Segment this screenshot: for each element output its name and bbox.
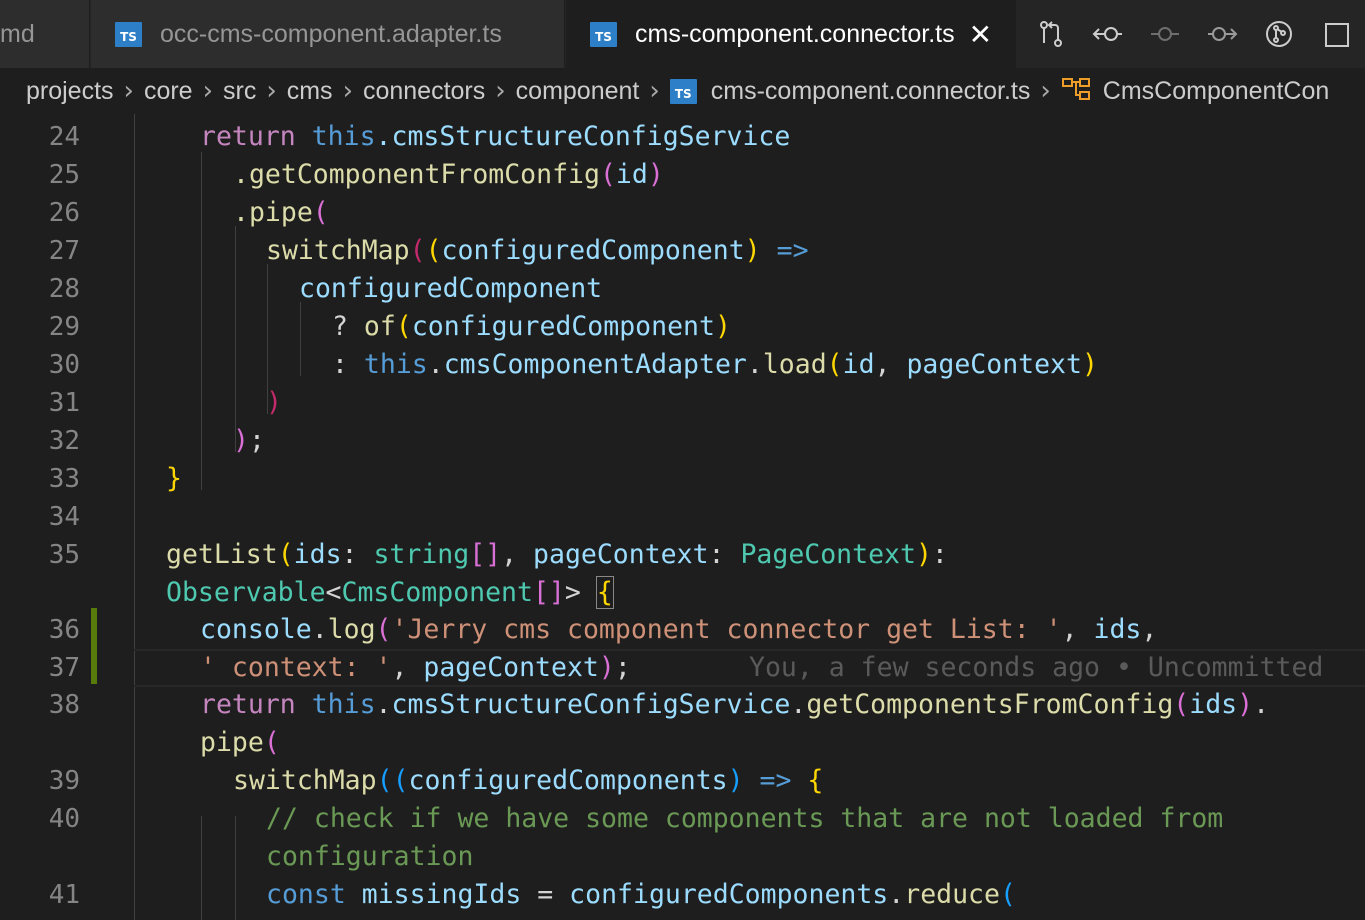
line-number: 40	[48, 804, 80, 834]
git-lens-icon[interactable]	[1251, 14, 1308, 54]
code-line: 29 ? of(configuredComponent)	[0, 308, 1365, 346]
breadcrumb-item[interactable]: connectors	[363, 77, 485, 106]
go-back-icon[interactable]	[1079, 14, 1136, 54]
code-editor[interactable]: 24 return this.cmsStructureConfigService…	[0, 114, 1365, 920]
tab-label: md	[0, 19, 35, 48]
code-line: 35 getList(ids: string[], pageContext: P…	[0, 536, 1365, 574]
line-number: 26	[48, 198, 80, 228]
code-text: configuredComponent	[299, 273, 603, 304]
line-number: 27	[48, 236, 80, 266]
code-text: ' context: ', pageContext);	[200, 652, 631, 683]
code-line-wrapped: Observable<CmsComponent[]> {	[0, 574, 1365, 612]
chevron-right-icon: ›	[202, 76, 213, 106]
code-text: pipe(	[200, 727, 280, 758]
split-editor-icon[interactable]	[1308, 14, 1365, 54]
code-text: return this.cmsStructureConfigService	[200, 121, 791, 152]
git-blame-annotation: You, a few seconds ago • Uncommitted	[749, 652, 1324, 683]
code-line: 27 switchMap((configuredComponent) =>	[0, 232, 1365, 270]
tab-occ-cms-component-adapter[interactable]: TS occ-cms-component.adapter.ts	[91, 0, 565, 68]
chevron-right-icon: ›	[123, 76, 134, 106]
git-compare-icon[interactable]	[1022, 14, 1079, 54]
code-text: : this.cmsComponentAdapter.load(id, page…	[332, 349, 1098, 380]
code-comment: // check if we have some components that…	[266, 803, 1224, 834]
tab-cms-component-connector[interactable]: TS cms-component.connector.ts ✕	[566, 0, 1016, 68]
commit-icon[interactable]	[1136, 14, 1193, 54]
code-text: .pipe(	[233, 197, 329, 228]
line-number: 38	[48, 690, 80, 720]
code-line: 28 configuredComponent	[0, 270, 1365, 308]
line-number: 28	[48, 274, 80, 304]
code-line: 39 switchMap((configuredComponents) => {	[0, 762, 1365, 800]
breadcrumb: projects › core › src › cms › connectors…	[0, 68, 1365, 114]
code-line-wrapped: pipe(	[0, 724, 1365, 762]
line-number: 29	[48, 312, 80, 342]
chevron-right-icon: ›	[342, 76, 353, 106]
code-line: 33 }	[0, 460, 1365, 498]
code-text: getList(ids: string[], pageContext: Page…	[166, 539, 948, 570]
close-icon[interactable]: ✕	[969, 18, 992, 51]
line-number: 33	[48, 464, 80, 494]
line-number: 36	[48, 615, 80, 645]
chevron-right-icon: ›	[649, 76, 660, 106]
breadcrumb-file[interactable]: cms-component.connector.ts	[711, 77, 1031, 106]
go-forward-icon[interactable]	[1194, 14, 1251, 54]
breadcrumb-item[interactable]: projects	[26, 77, 114, 106]
code-line: 31 )	[0, 384, 1365, 422]
code-line: 26 .pipe(	[0, 194, 1365, 232]
line-number: 30	[48, 350, 80, 380]
code-text: switchMap((configuredComponent) =>	[266, 235, 809, 266]
chevron-right-icon: ›	[495, 76, 506, 106]
code-text: )	[266, 387, 282, 418]
code-text: }	[166, 463, 182, 494]
line-number: 24	[48, 122, 80, 152]
code-text: switchMap((configuredComponents) => {	[233, 765, 824, 796]
code-line: 38 return this.cmsStructureConfigService…	[0, 686, 1365, 724]
tab-label: cms-component.connector.ts	[635, 19, 955, 48]
typescript-file-icon: TS	[590, 21, 617, 47]
code-line: 25 .getComponentFromConfig(id)	[0, 156, 1365, 194]
code-text: .getComponentFromConfig(id)	[233, 159, 664, 190]
code-line: 30 : this.cmsComponentAdapter.load(id, p…	[0, 346, 1365, 384]
editor-actions	[1022, 0, 1365, 68]
code-text: );	[233, 425, 265, 456]
code-line: 41 const missingIds = configuredComponen…	[0, 876, 1365, 914]
code-line-current: 37 ' context: ', pageContext); You, a fe…	[0, 649, 1365, 687]
line-number: 31	[48, 388, 80, 418]
chevron-right-icon: ›	[1040, 76, 1051, 106]
typescript-file-icon: TS	[115, 21, 142, 47]
code-text: return this.cmsStructureConfigService.ge…	[200, 689, 1270, 720]
tab-label: occ-cms-component.adapter.ts	[160, 19, 502, 48]
line-number: 34	[48, 502, 80, 532]
line-number: 41	[48, 880, 80, 910]
breadcrumb-item[interactable]: src	[223, 77, 256, 106]
line-number: 39	[48, 766, 80, 796]
code-line-wrapped: configuration	[0, 838, 1365, 876]
tab-bar: md TS occ-cms-component.adapter.ts TS cm…	[0, 0, 1365, 68]
breadcrumb-symbol[interactable]: CmsComponentCon	[1103, 77, 1330, 106]
code-text: const missingIds = configuredComponents.…	[266, 879, 1016, 910]
line-number: 37	[48, 653, 80, 683]
breadcrumb-item[interactable]: component	[516, 77, 640, 106]
code-text: console.log('Jerry cms component connect…	[200, 614, 1158, 645]
breadcrumb-item[interactable]: cms	[287, 77, 333, 106]
class-symbol-icon	[1061, 76, 1091, 107]
line-number: 25	[48, 160, 80, 190]
code-text: Observable<CmsComponent[]> {	[166, 576, 614, 609]
breadcrumb-item[interactable]: core	[144, 77, 193, 106]
code-line: 24 return this.cmsStructureConfigService	[0, 118, 1365, 156]
code-line: 36 console.log('Jerry cms component conn…	[0, 611, 1365, 649]
code-line: 40 // check if we have some components t…	[0, 800, 1365, 838]
code-text: ? of(configuredComponent)	[332, 311, 731, 342]
code-comment: configuration	[266, 841, 474, 872]
code-line: 32 );	[0, 422, 1365, 460]
line-number: 35	[48, 540, 80, 570]
line-number: 42	[0, 914, 80, 920]
chevron-right-icon: ›	[266, 76, 277, 106]
code-line: 42	[0, 914, 1365, 920]
line-number: 32	[48, 426, 80, 456]
tab-md[interactable]: md	[0, 0, 90, 68]
typescript-file-icon: TS	[669, 78, 697, 104]
code-line: 34	[0, 498, 1365, 536]
